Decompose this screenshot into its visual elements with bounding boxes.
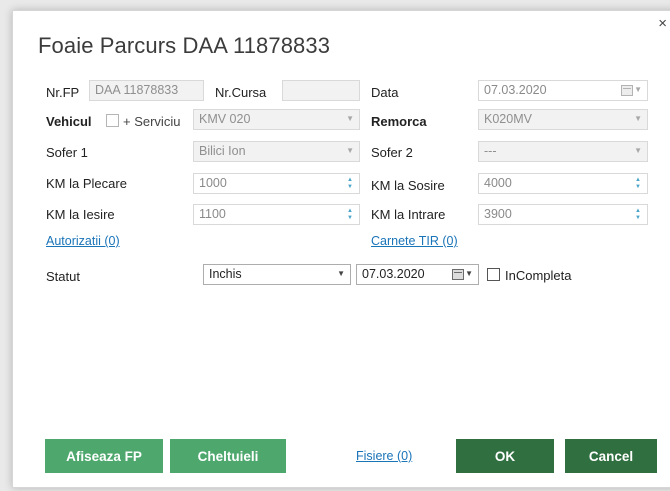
remorca-label: Remorca — [371, 114, 427, 129]
km-sosire-label: KM la Sosire — [371, 178, 445, 193]
dialog-title: Foaie Parcurs DAA 11878833 — [38, 33, 331, 58]
cheltuieli-button[interactable]: Cheltuieli — [170, 439, 286, 473]
km-sosire-spinner[interactable]: 4000 ▲ ▼ — [478, 173, 648, 194]
statut-label: Statut — [46, 269, 80, 284]
chevron-down-icon[interactable]: ▼ — [634, 85, 642, 94]
ok-button[interactable]: OK — [456, 439, 554, 473]
remorca-combo[interactable]: K020MV ▼ — [478, 109, 648, 130]
chevron-down-icon[interactable]: ▼ — [634, 114, 642, 123]
data-label: Data — [371, 85, 399, 100]
nrcursa-field — [282, 80, 360, 101]
calendar-icon[interactable] — [621, 85, 633, 96]
incompleta-label: InCompleta — [505, 268, 572, 283]
nrfp-value: DAA 11878833 — [95, 83, 179, 97]
chevron-down-icon[interactable]: ▼ — [346, 146, 354, 155]
km-iesire-label: KM la Iesire — [46, 207, 115, 222]
close-icon[interactable]: × — [658, 16, 667, 31]
km-plecare-spinner[interactable]: 1000 ▲ ▼ — [193, 173, 360, 194]
afiseaza-fp-button[interactable]: Afiseaza FP — [45, 439, 163, 473]
chevron-down-icon[interactable]: ▼ — [465, 269, 473, 278]
km-sosire-value: 4000 — [484, 176, 512, 190]
sofer1-combo[interactable]: Bilici Ion ▼ — [193, 141, 360, 162]
spin-arrows-icon[interactable]: ▲ ▼ — [346, 205, 354, 224]
vehicul-label: Vehicul — [46, 114, 92, 129]
vehicul-value: KMV 020 — [199, 112, 251, 126]
sofer2-combo[interactable]: --- ▼ — [478, 141, 648, 162]
sofer2-value: --- — [484, 144, 497, 158]
spin-arrows-icon[interactable]: ▲ ▼ — [634, 205, 642, 224]
fisiere-link[interactable]: Fisiere (0) — [356, 449, 412, 463]
km-iesire-value: 1100 — [199, 207, 226, 221]
km-intrare-spinner[interactable]: 3900 ▲ ▼ — [478, 204, 648, 225]
nrcursa-label: Nr.Cursa — [215, 85, 267, 100]
vehicul-combo[interactable]: KMV 020 ▼ — [193, 109, 360, 130]
sofer1-value: Bilici Ion — [199, 144, 246, 158]
cancel-button[interactable]: Cancel — [565, 439, 657, 473]
statut-value: Inchis — [209, 267, 242, 281]
statut-date-picker[interactable]: 07.03.2020 ▼ — [356, 264, 479, 285]
chevron-down-icon[interactable]: ▼ — [634, 146, 642, 155]
data-date-picker[interactable]: 07.03.2020 ▼ — [478, 80, 648, 101]
km-intrare-value: 3900 — [484, 207, 512, 221]
chevron-down-icon[interactable]: ▼ — [337, 269, 345, 278]
km-iesire-spinner[interactable]: 1100 ▲ ▼ — [193, 204, 360, 225]
chevron-down-icon[interactable]: ▼ — [346, 114, 354, 123]
calendar-icon[interactable] — [452, 269, 464, 280]
km-plecare-value: 1000 — [199, 176, 227, 190]
sofer1-label: Sofer 1 — [46, 145, 88, 160]
km-plecare-label: KM la Plecare — [46, 176, 127, 191]
serviciu-label: + Serviciu — [123, 114, 181, 129]
serviciu-checkbox[interactable] — [106, 114, 119, 127]
sofer2-label: Sofer 2 — [371, 145, 413, 160]
statut-combo[interactable]: Inchis ▼ — [203, 264, 351, 285]
spin-arrows-icon[interactable]: ▲ ▼ — [634, 174, 642, 193]
statut-date-value: 07.03.2020 — [362, 267, 425, 281]
data-value: 07.03.2020 — [484, 83, 547, 97]
spin-arrows-icon[interactable]: ▲ ▼ — [346, 174, 354, 193]
autorizatii-link[interactable]: Autorizatii (0) — [46, 234, 120, 248]
remorca-value: K020MV — [484, 112, 532, 126]
carnete-tir-link[interactable]: Carnete TIR (0) — [371, 234, 458, 248]
nrfp-field: DAA 11878833 — [89, 80, 204, 101]
foaie-parcurs-dialog: × Foaie Parcurs DAA 11878833 Nr.FP DAA 1… — [12, 10, 670, 488]
km-intrare-label: KM la Intrare — [371, 207, 446, 222]
incompleta-checkbox[interactable] — [487, 268, 500, 281]
nrfp-label: Nr.FP — [46, 85, 80, 100]
